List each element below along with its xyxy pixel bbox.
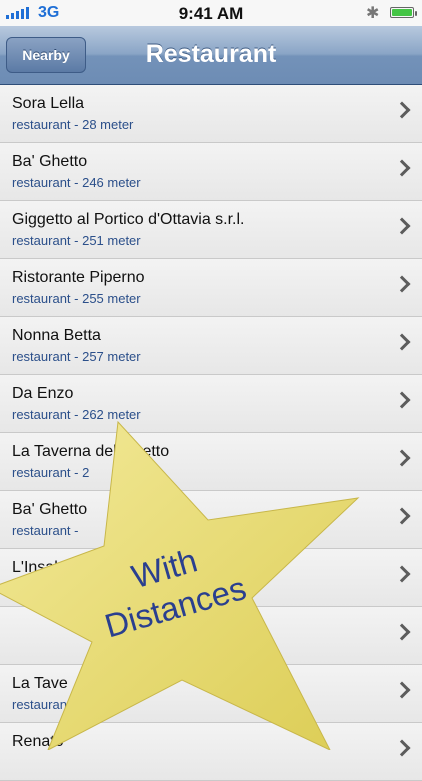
item-detail: re [12, 581, 24, 596]
chevron-right-icon [393, 565, 411, 583]
chevron-right-icon [393, 217, 411, 235]
item-detail: restaurant - 2 [12, 465, 90, 480]
item-name: Ba' Ghetto [12, 501, 88, 518]
item-detail: restaurant - 257 meter [12, 349, 141, 364]
page-title: Restaurant [145, 40, 277, 68]
list-item[interactable]: Da Enzo restaurant - 262 meter [0, 375, 422, 433]
item-name: Renato [12, 733, 64, 750]
item-detail: restaurant - 246 meter [12, 175, 141, 190]
item-name: La Tave [12, 675, 68, 692]
chevron-right-icon [393, 739, 411, 757]
item-name: La Taverna del Ghetto [12, 443, 170, 460]
chevron-right-icon [393, 159, 411, 177]
item-name: L'Insala [12, 559, 67, 576]
list-item[interactable]: La Tave restaurant [0, 665, 422, 723]
item-detail: restaurant - 28 meter [12, 117, 134, 132]
list-item[interactable]: Giggetto al Portico d'Ottavia s.r.l. rest… [0, 201, 422, 259]
item-detail: restaurant - 262 meter [12, 407, 141, 422]
navigation-bar: Nearby Restaurant [0, 26, 422, 85]
item-detail: restaurant - 251 meter [12, 233, 141, 248]
list-item[interactable]: Renato [0, 723, 422, 781]
battery-icon [390, 7, 417, 18]
chevron-right-icon [393, 623, 411, 641]
item-detail: restaurant [12, 697, 71, 712]
item-name: Giggetto al Portico d'Ottavia s.r.l. [12, 211, 245, 228]
chevron-right-icon [393, 507, 411, 525]
chevron-right-icon [393, 681, 411, 699]
restaurant-list: Sora Lella restaurant - 28 meter Ba' Ghet… [0, 85, 422, 781]
item-name: Da Enzo [12, 385, 74, 402]
list-item[interactable]: Nonna Betta restaurant - 257 meter [0, 317, 422, 375]
list-item[interactable]: Ba' Ghetto restaurant - 246 meter [0, 143, 422, 201]
chevron-right-icon [393, 333, 411, 351]
status-bar: 3G 9:41 AM ✱ [0, 0, 422, 26]
bluetooth-icon: ✱ [366, 5, 380, 22]
chevron-right-icon [393, 101, 411, 119]
chevron-right-icon [393, 275, 411, 293]
list-item[interactable]: La Taverna del Ghetto restaurant - 2 [0, 433, 422, 491]
item-name: Ba' Ghetto [12, 153, 88, 170]
chevron-right-icon [393, 449, 411, 467]
clock: 9:41 AM [178, 4, 244, 23]
item-name: Nonna Betta [12, 327, 101, 344]
item-detail: restaurant - 255 meter [12, 291, 141, 306]
item-name: Sora Lella [12, 95, 85, 112]
list-item[interactable]: Ristorante Piperno restaurant - 255 meter [0, 259, 422, 317]
item-name: Ristorante Piperno [12, 269, 145, 286]
chevron-right-icon [393, 391, 411, 409]
item-detail: restaurant - [12, 523, 79, 538]
list-item[interactable]: Sora Lella restaurant - 28 meter [0, 85, 422, 143]
